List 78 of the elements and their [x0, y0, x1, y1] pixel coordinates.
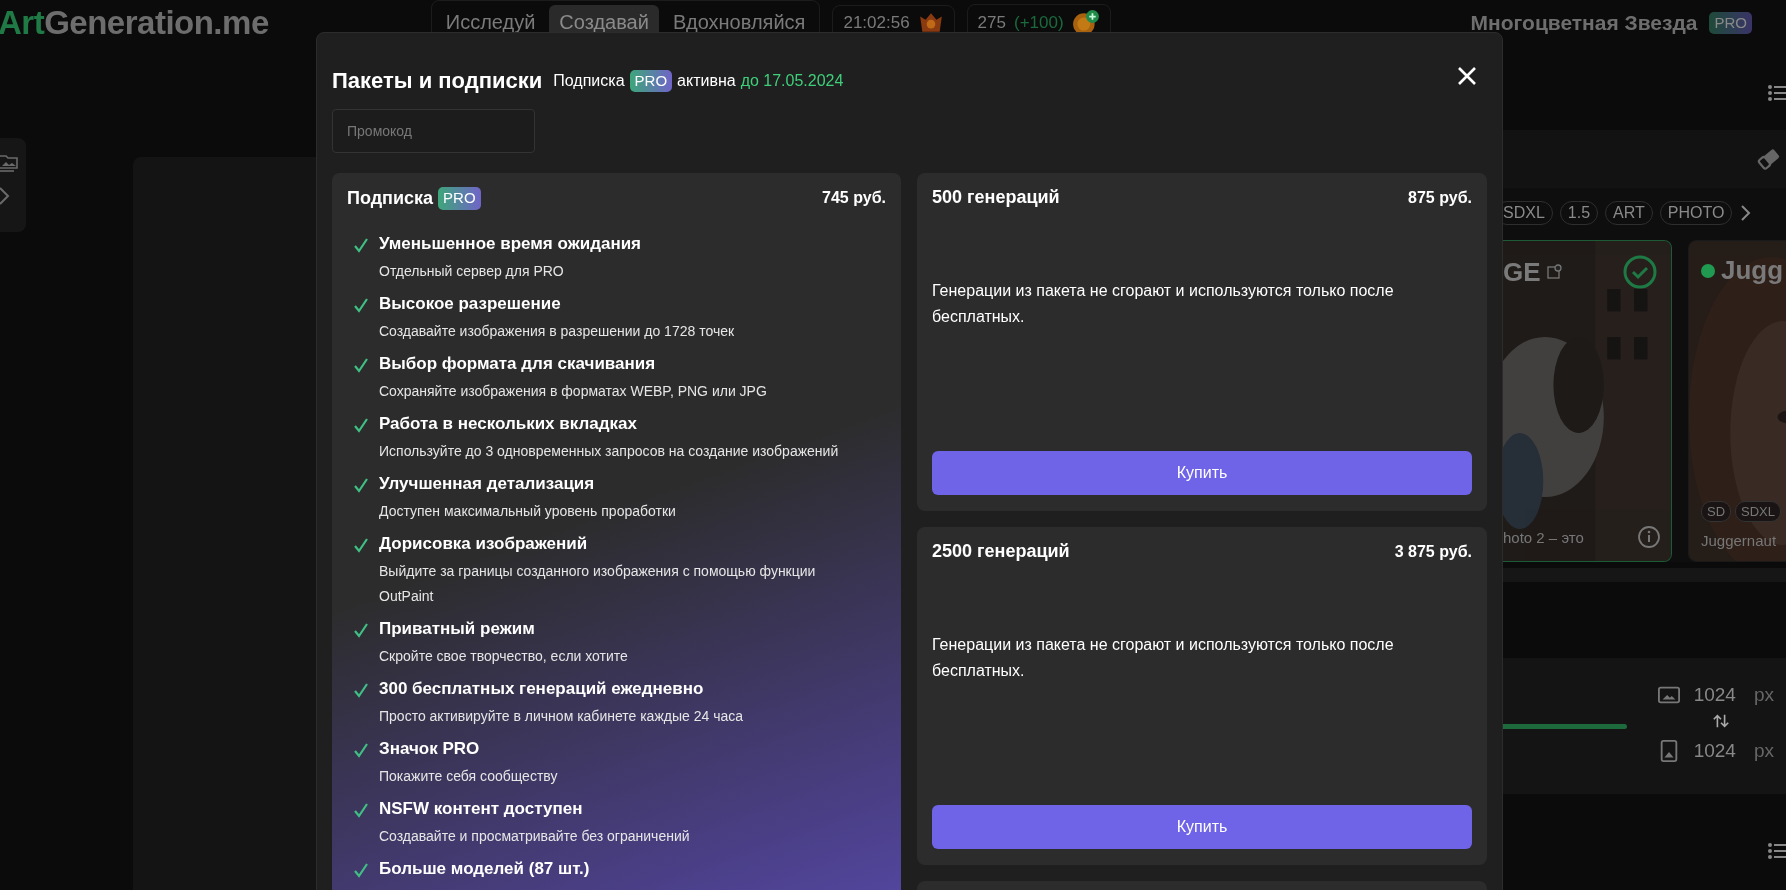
feature-description: Выйдите за границы созданного изображения с помощью функции OutPaint: [379, 561, 817, 606]
list-menu-icon[interactable]: [1768, 84, 1786, 102]
model-tag: SD: [1701, 501, 1732, 522]
check-icon: [353, 681, 369, 698]
status-label: Подписка: [553, 72, 625, 90]
package-description: Генерации из пакета не сгорают и используются только после бесплатных.: [932, 281, 1395, 327]
feature-description: Покажите себя сообществу: [379, 766, 558, 786]
chevron-right-icon[interactable]: [1741, 205, 1752, 221]
check-icon: [353, 476, 369, 493]
feature-title: Выбор формата для скачивания: [379, 353, 657, 374]
feature-title: Больше моделей (87 шт.): [379, 858, 590, 879]
username[interactable]: Многоцветная Звезда: [1470, 11, 1698, 35]
check-circle-icon: [1623, 255, 1657, 289]
feature-description: Сохраняйте изображения в форматах WEBP, PNG или JPG: [379, 381, 767, 401]
feature-title: Значок PRO: [379, 738, 481, 759]
bonus-count: (+100): [1014, 13, 1064, 33]
size-value[interactable]: 1024: [1693, 684, 1736, 706]
nav-tab[interactable]: Вдохновляйся: [662, 4, 816, 40]
card-title: 500 генераций: [932, 187, 1060, 208]
size-value[interactable]: 1024: [1693, 740, 1736, 762]
model-title: Jugg: [1721, 255, 1784, 286]
price: 745 руб.: [822, 189, 886, 208]
feature-title: 300 бесплатных генераций ежедневно: [379, 678, 705, 699]
pro-badge: PRO: [438, 187, 481, 210]
model-card[interactable]: GE hoto 2 – это: [1503, 240, 1672, 562]
list-menu-icon[interactable]: [1768, 842, 1786, 860]
info-icon[interactable]: [1637, 525, 1661, 549]
dialog-title: Пакеты и подписки: [332, 68, 543, 94]
size-unit: px: [1753, 684, 1774, 706]
size-unit: px: [1753, 740, 1774, 762]
feature-title: Приватный режим: [379, 618, 536, 639]
feature-description: Просто активируйте в личном кабинете каждые 24 часа: [379, 706, 743, 726]
slider-track[interactable]: [1503, 724, 1627, 729]
buy-button[interactable]: Купить: [932, 451, 1472, 495]
check-icon: [353, 416, 369, 433]
check-icon: [353, 861, 369, 878]
feature-description: Используйте до 3 одновременных запросов на создание изображений: [379, 441, 839, 461]
package-description: Генерации из пакета не сгорают и используются только после бесплатных.: [932, 635, 1395, 681]
close-icon[interactable]: [1457, 66, 1477, 86]
status-state: активна: [677, 72, 736, 90]
model-card[interactable]: Jugg SD SDXL Juggernaut: [1688, 240, 1786, 562]
feature-description: Создавайте изображения в разрешении до 1728 точек: [379, 321, 735, 341]
model-tag: SDXL: [1735, 501, 1782, 522]
card-title: 2500 генераций: [932, 541, 1070, 562]
check-icon: [353, 621, 369, 638]
pro-badge: PRO: [629, 69, 673, 93]
feature-description: Создавайте и просматривайте без ограничений: [379, 826, 690, 846]
feature-title: Уменьшенное время ожидания: [379, 233, 642, 254]
check-icon: [353, 536, 369, 553]
status-date: до 17.05.2024: [740, 72, 844, 90]
feature-description: Доступен максимальный уровень проработки: [379, 501, 676, 521]
feature-title: Дорисовка изображений: [379, 533, 589, 554]
promo-code-field[interactable]: Промокод: [332, 109, 535, 153]
feature-title: Высокое разрешение: [379, 293, 562, 314]
buy-button[interactable]: Купить: [932, 805, 1472, 849]
credits-count: 275: [977, 13, 1006, 33]
nav-tab[interactable]: Исследуй: [435, 4, 546, 40]
swap-arrows-icon[interactable]: [1711, 712, 1730, 730]
check-icon: [353, 741, 369, 758]
feature-description: Отдельный сервер для PRO: [379, 261, 565, 281]
check-icon: [353, 236, 369, 253]
price: 875 руб.: [1408, 188, 1472, 207]
card-title: Подписка: [347, 187, 434, 209]
pro-badge: PRO: [1709, 11, 1752, 35]
feature-description: Скройте свое творчество, если хотите: [379, 646, 628, 666]
price: 3 875 руб.: [1394, 542, 1472, 561]
model-caption: Juggernaut: [1701, 532, 1777, 549]
check-icon: [353, 296, 369, 313]
check-icon: [353, 801, 369, 818]
timer-text: 21:02:56: [843, 13, 910, 33]
feature-title: Работа в нескольких вкладках: [379, 413, 638, 434]
feature-title: Улучшенная детализация: [379, 473, 596, 494]
status-dot: [1701, 263, 1715, 278]
model-caption: hoto 2 – это: [1503, 528, 1584, 546]
model-title: GE: [1503, 256, 1541, 288]
landscape-image-icon: [1657, 684, 1680, 706]
check-icon: [353, 356, 369, 373]
feature-title: NSFW контент доступен: [379, 798, 584, 819]
